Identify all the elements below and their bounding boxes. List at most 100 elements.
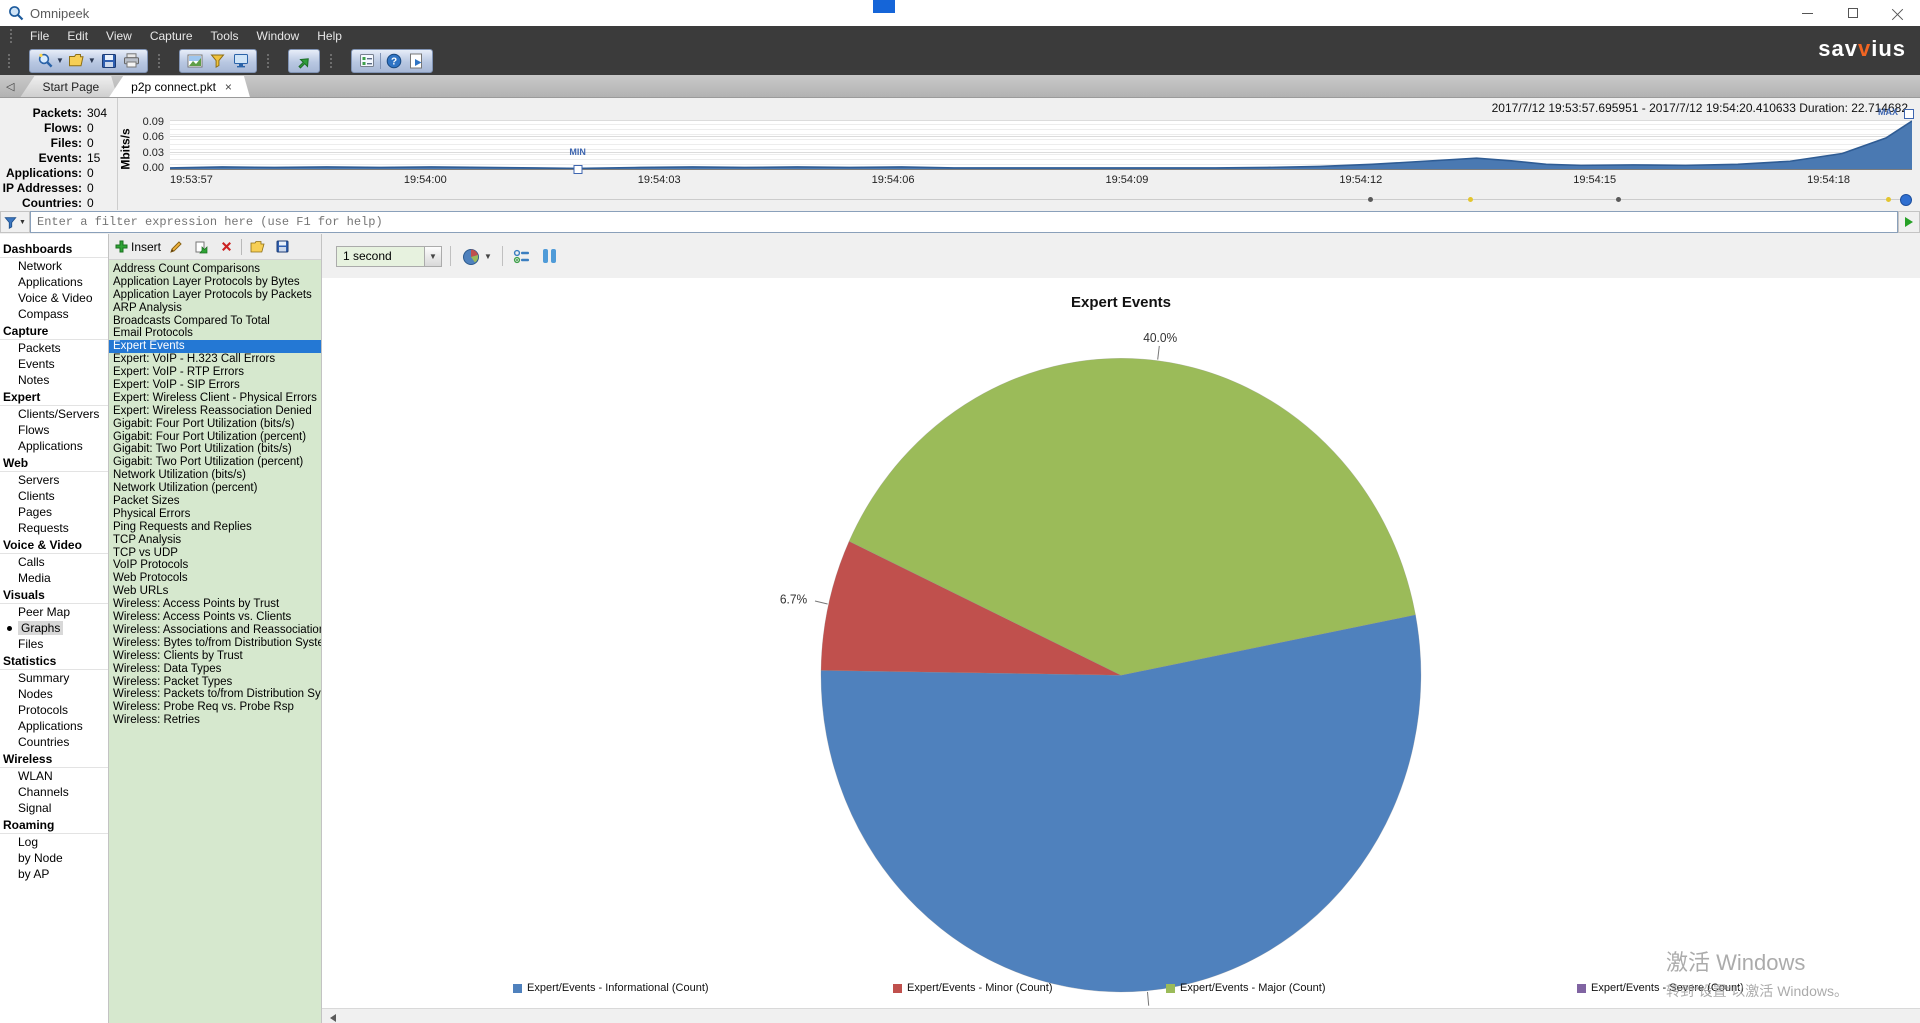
graph-list-item[interactable]: TCP Analysis [109,534,321,547]
graph-list-item[interactable]: Network Utilization (percent) [109,482,321,495]
sidebar-item-wlan[interactable]: WLAN [0,768,108,784]
print-button[interactable] [122,51,142,70]
menu-window[interactable]: Window [248,27,309,45]
graph-list-item[interactable]: Packet Sizes [109,495,321,508]
sidebar-item-nodes[interactable]: Nodes [0,686,108,702]
sidebar-item-protocols[interactable]: Protocols [0,702,108,718]
graph-list-item[interactable]: Expert: Wireless Client - Physical Error… [109,392,321,405]
graph-list-item[interactable]: Address Count Comparisons [109,263,321,276]
sidebar-item-applications[interactable]: Applications [0,718,108,734]
sidebar-item-channels[interactable]: Channels [0,784,108,800]
sidebar-item-by-node[interactable]: by Node [0,850,108,866]
graph-list-item[interactable]: Expert: VoIP - RTP Errors [109,366,321,379]
tab-back-arrow-icon[interactable]: ◁ [6,80,14,93]
sidebar-item-servers[interactable]: Servers [0,472,108,488]
open-file-dropdown[interactable]: ▼ [88,56,96,65]
timeline-plot[interactable]: MIN MAX [170,120,1912,170]
graph-list-item[interactable]: Email Protocols [109,327,321,340]
graph-list-item[interactable]: Physical Errors [109,508,321,521]
slider-track[interactable] [170,199,1912,200]
graph-list-item[interactable]: VoIP Protocols [109,559,321,572]
start-monitor-button[interactable] [35,51,55,70]
graph-list-item[interactable]: Wireless: Packet Types [109,676,321,689]
graph-list-item[interactable]: Gigabit: Two Port Utilization (bits/s) [109,443,321,456]
menu-view[interactable]: View [97,27,141,45]
sidebar-item-media[interactable]: Media [0,570,108,586]
sidebar-item-voice-video[interactable]: Voice & Video [0,290,108,306]
graph-list-item[interactable]: Wireless: Probe Req vs. Probe Rsp [109,701,321,714]
interval-dropdown-icon[interactable]: ▼ [424,247,441,266]
graph-list-item[interactable]: Wireless: Bytes to/from Distribution Sys… [109,637,321,650]
edit-graph-button[interactable] [166,237,186,256]
filter-window-button[interactable] [208,51,228,70]
min-marker-handle[interactable] [573,165,582,174]
tab-close-icon[interactable]: × [225,80,232,94]
sidebar-item-clients[interactable]: Clients [0,488,108,504]
export-graphs-button[interactable] [272,237,292,256]
sidebar-item-files[interactable]: Files [0,636,108,652]
graph-list-item[interactable]: Expert: VoIP - H.323 Call Errors [109,353,321,366]
graph-list-item[interactable]: Web Protocols [109,572,321,585]
interval-combo[interactable]: 1 second ▼ [336,246,442,267]
apply-filter-button[interactable] [1898,211,1920,233]
menu-tools[interactable]: Tools [202,27,248,45]
pause-button[interactable] [541,247,558,265]
graph-list-item[interactable]: ARP Analysis [109,302,321,315]
graph-window-button[interactable] [185,51,205,70]
display-options-button[interactable] [511,246,533,266]
sidebar-item-clients-servers[interactable]: Clients/Servers [0,406,108,422]
graph-list-item[interactable]: Wireless: Retries [109,714,321,727]
sidebar-item-applications[interactable]: Applications [0,274,108,290]
delete-graph-button[interactable] [216,237,236,256]
import-graphs-button[interactable] [247,237,267,256]
options-button[interactable] [357,51,377,70]
graph-list-item[interactable]: Expert: Wireless Reassociation Denied [109,405,321,418]
menu-capture[interactable]: Capture [141,27,202,45]
max-marker-handle[interactable] [1904,109,1914,119]
graph-list-item[interactable]: Gigabit: Four Port Utilization (percent) [109,431,321,444]
minimize-button[interactable] [1785,0,1830,26]
filter-menu-button[interactable]: ▼ [0,211,30,233]
start-monitor-dropdown[interactable]: ▼ [56,56,64,65]
horizontal-scrollbar[interactable] [322,1008,1920,1023]
sidebar-item-packets[interactable]: Packets [0,340,108,356]
graph-list-item[interactable]: Wireless: Access Points by Trust [109,598,321,611]
tab-start-page[interactable]: Start Page [20,76,117,97]
graph-list-item[interactable]: TCP vs UDP [109,547,321,560]
scroll-left-icon[interactable] [330,1014,336,1022]
sidebar-item-network[interactable]: Network [0,258,108,274]
graph-list-item[interactable]: Network Utilization (bits/s) [109,469,321,482]
sidebar-item-peer-map[interactable]: Peer Map [0,604,108,620]
forward-button[interactable] [294,51,314,70]
tab-p2p-connect-pkt[interactable]: p2p connect.pkt× [109,76,250,97]
sidebar-item-applications[interactable]: Applications [0,438,108,454]
sidebar-item-signal[interactable]: Signal [0,800,108,816]
open-file-button[interactable] [67,51,87,70]
graph-list-item[interactable]: Wireless: Access Points vs. Clients [109,611,321,624]
monitor-window-button[interactable] [231,51,251,70]
close-button[interactable] [1875,0,1920,26]
sidebar-item-countries[interactable]: Countries [0,734,108,750]
graph-list-item[interactable]: Wireless: Packets to/from Distribution S… [109,688,321,701]
graph-list-item[interactable]: Expert: VoIP - SIP Errors [109,379,321,392]
sidebar-item-by-ap[interactable]: by AP [0,866,108,882]
sidebar-item-compass[interactable]: Compass [0,306,108,322]
graph-list-item[interactable]: Gigabit: Two Port Utilization (percent) [109,456,321,469]
menu-help[interactable]: Help [308,27,351,45]
menu-edit[interactable]: Edit [58,27,97,45]
slider-handle[interactable] [1900,194,1912,206]
sidebar-item-pages[interactable]: Pages [0,504,108,520]
sidebar-item-calls[interactable]: Calls [0,554,108,570]
save-button[interactable] [99,51,119,70]
chart-type-button[interactable]: ▼ [459,244,494,268]
sidebar-item-log[interactable]: Log [0,834,108,850]
graph-list-item[interactable]: Web URLs [109,585,321,598]
expert-events-pie[interactable]: 53.3%6.7%40.0% [322,278,1920,1008]
menu-file[interactable]: File [21,27,58,45]
sidebar-item-graphs[interactable]: Graphs [0,620,108,636]
graph-list-item[interactable]: Wireless: Associations and Reassociation… [109,624,321,637]
sidebar-item-summary[interactable]: Summary [0,670,108,686]
filter-expression-input[interactable] [30,211,1898,233]
graph-list-item[interactable]: Broadcasts Compared To Total [109,315,321,328]
graph-list-item[interactable]: Application Layer Protocols by Packets [109,289,321,302]
